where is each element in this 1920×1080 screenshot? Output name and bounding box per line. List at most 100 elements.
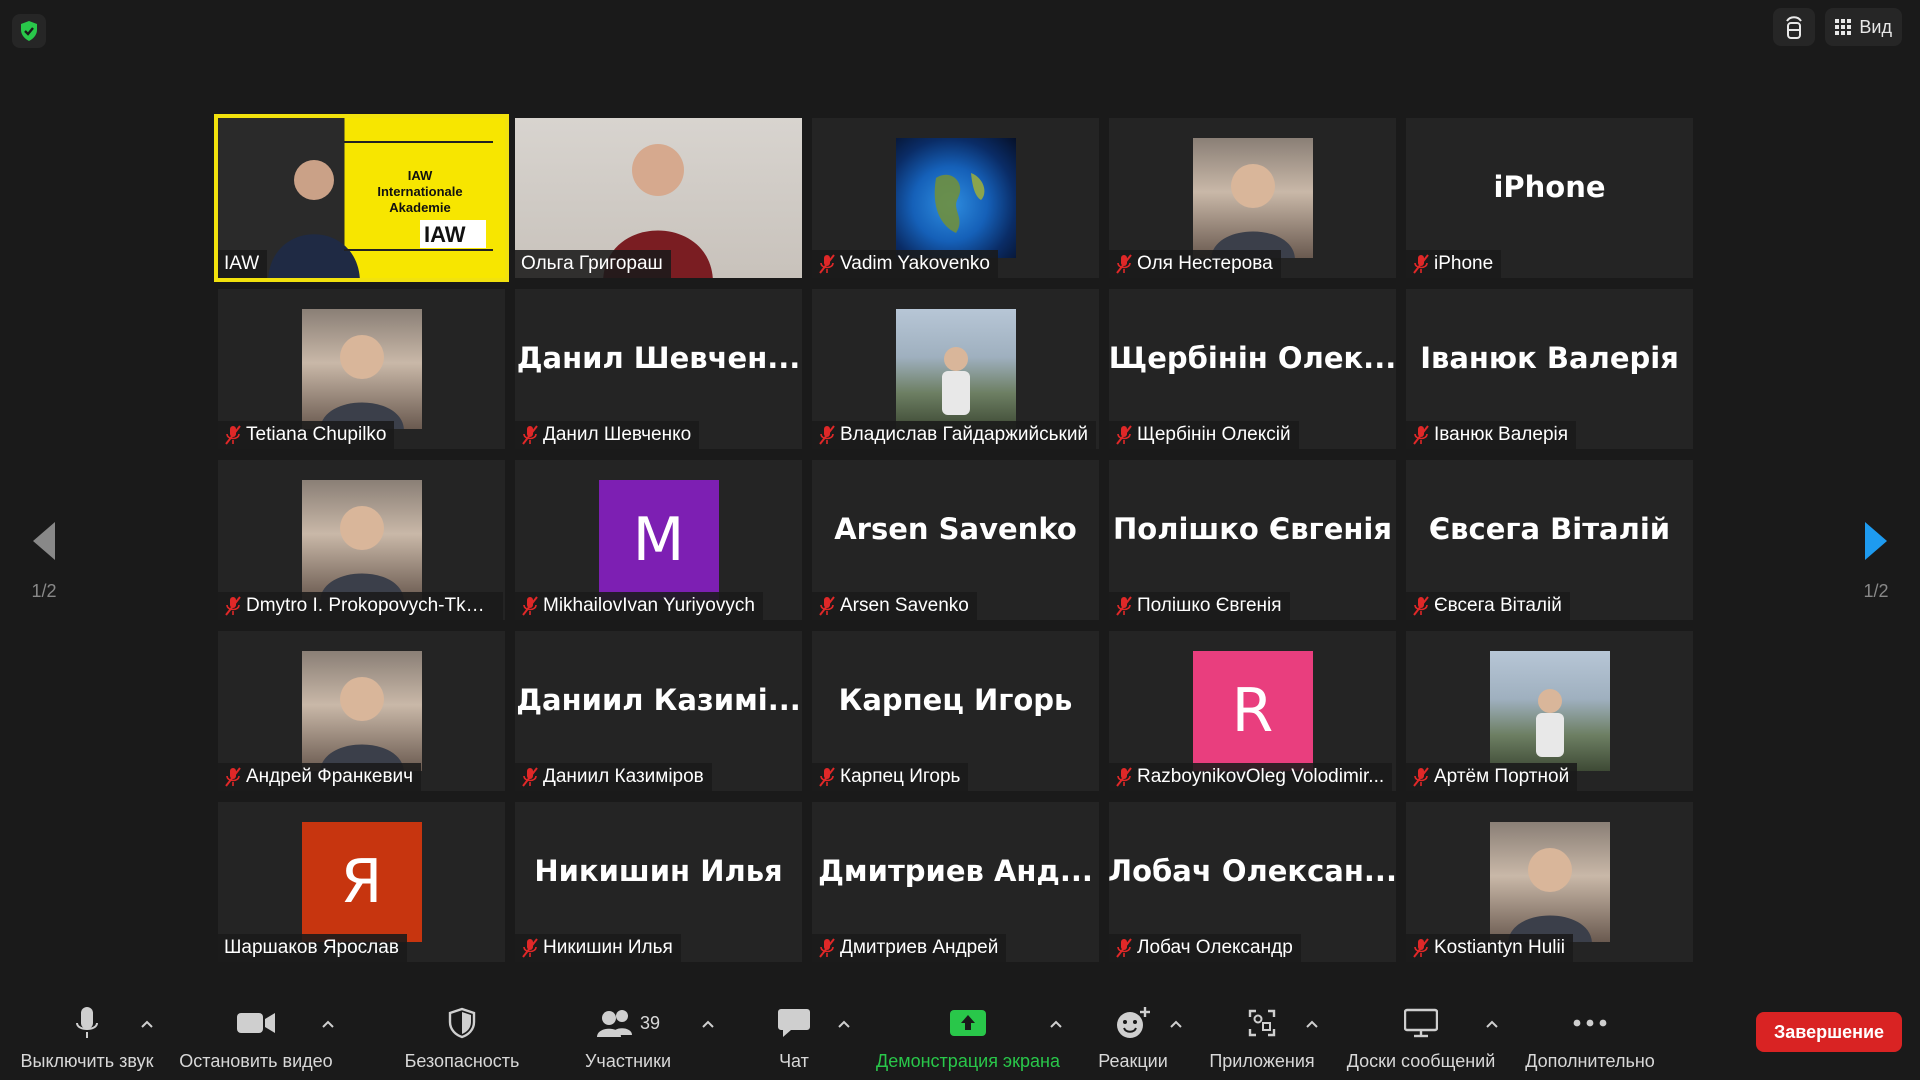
muted-microphone-icon — [1412, 425, 1430, 445]
participant-tile[interactable]: Kostiantyn Hulii — [1406, 802, 1693, 962]
participants-options-chevron-icon[interactable] — [698, 1014, 718, 1034]
participant-tile[interactable]: M MikhailovIvan Yuriyovych — [515, 460, 802, 620]
participant-tile[interactable]: Артём Портной — [1406, 631, 1693, 791]
video-banner-line: Internationale — [377, 184, 463, 199]
participant-tile[interactable]: Arsen Savenko Arsen Savenko — [812, 460, 1099, 620]
chat-options-chevron-icon[interactable] — [834, 1014, 854, 1034]
participant-tile[interactable]: Оля Нестерова — [1109, 118, 1396, 278]
top-bar: Вид — [0, 0, 1920, 60]
participant-tile[interactable]: Никишин Илья Никишин Илья — [515, 802, 802, 962]
more-dots-icon — [1573, 1019, 1607, 1027]
end-meeting-button[interactable]: Завершение — [1756, 1012, 1902, 1052]
participant-name-label: RazboynikovOleg Volodimir... — [1109, 763, 1393, 791]
avatar-photo — [895, 138, 1016, 258]
participant-tile[interactable]: iPhone iPhone — [1406, 118, 1693, 278]
reactions-options-chevron-icon[interactable] — [1166, 1014, 1186, 1034]
video-options-chevron-icon[interactable] — [318, 1014, 338, 1034]
video-banner-line: IAW — [407, 168, 433, 183]
muted-microphone-icon — [521, 596, 539, 616]
participant-tile[interactable]: Я Шаршаков Ярослав — [218, 802, 505, 962]
avatar-photo — [1489, 822, 1610, 942]
apps-options-chevron-icon[interactable] — [1302, 1014, 1322, 1034]
participant-display-name: Полішко Євгенія — [1113, 512, 1392, 546]
immersive-view-icon[interactable] — [1773, 8, 1816, 46]
avatar-photo — [301, 651, 422, 771]
security-button[interactable]: Безопасность — [400, 992, 524, 1080]
video-banner-line: Akademie — [389, 200, 451, 215]
next-arrow-icon — [1865, 522, 1887, 560]
participant-tile[interactable]: Дмитриев Анд... Дмитриев Андрей — [812, 802, 1099, 962]
participant-name: Никишин Илья — [543, 937, 673, 958]
participants-count: 39 — [639, 1012, 661, 1033]
participant-tile[interactable]: Данил Шевчен... Данил Шевченко — [515, 289, 802, 449]
chat-button[interactable]: Чат — [752, 992, 836, 1080]
participant-display-name: Карпец Игорь — [838, 683, 1073, 717]
participant-tile[interactable]: Tetiana Chupilko — [218, 289, 505, 449]
participant-tile[interactable]: Андрей Франкевич — [218, 631, 505, 791]
participant-tile[interactable]: Vadim Yakovenko — [812, 118, 1099, 278]
meeting-toolbar: Выключить звук Остановить видео Безопасн… — [0, 992, 1920, 1080]
participant-tile[interactable]: Полішко Євгенія Полішко Євгенія — [1109, 460, 1396, 620]
participant-display-name: Щербінін Олек... — [1109, 341, 1396, 375]
more-label: Дополнительно — [1525, 1051, 1655, 1071]
muted-microphone-icon — [1412, 767, 1430, 787]
participants-icon — [596, 1010, 632, 1037]
participant-name-label: Владислав Гайдаржийський — [812, 421, 1097, 449]
participant-tile[interactable]: Євсега Віталій Євсега Віталій — [1406, 460, 1693, 620]
avatar-letter: M — [598, 480, 719, 600]
participant-name: Kostiantyn Hulii — [1434, 937, 1565, 958]
participant-name-label: Vadim Yakovenko — [812, 250, 998, 278]
participant-tile[interactable]: Владислав Гайдаржийський — [812, 289, 1099, 449]
next-page[interactable]: 1/2 — [1846, 520, 1906, 602]
participant-name: Євсега Віталій — [1434, 595, 1562, 616]
participant-name-label: Євсега Віталій — [1406, 592, 1570, 620]
encryption-shield-icon[interactable] — [12, 14, 46, 48]
share-screen-label: Демонстрация экрана — [876, 1051, 1060, 1071]
whiteboard-icon — [1404, 1008, 1438, 1038]
participant-display-name: Євсега Віталій — [1428, 512, 1671, 546]
participant-name-label: Dmytro I. Prokopovych-Tkac... — [218, 592, 503, 620]
stop-video-button[interactable]: Остановить видео — [176, 992, 336, 1080]
participant-name: IAW — [224, 253, 260, 274]
audio-options-chevron-icon[interactable] — [137, 1014, 157, 1034]
whiteboards-label: Доски сообщений — [1346, 1051, 1496, 1071]
whiteboards-options-chevron-icon[interactable] — [1482, 1014, 1502, 1034]
participant-name: Dmytro I. Prokopovych-Tkac... — [246, 595, 495, 616]
view-button[interactable]: Вид — [1825, 8, 1902, 46]
participant-tile[interactable]: Карпец Игорь Карпец Игорь — [812, 631, 1099, 791]
page-indicator-left: 1/2 — [31, 581, 57, 601]
muted-microphone-icon — [521, 425, 539, 445]
participants-button[interactable]: 39 Участники — [572, 992, 684, 1080]
participant-tile[interactable]: Даниил Казимі... Даниил Казиміров — [515, 631, 802, 791]
participant-tile[interactable]: Dmytro I. Prokopovych-Tkac... — [218, 460, 505, 620]
participant-tile[interactable]: Іванюк Валерія Іванюк Валерія — [1406, 289, 1693, 449]
reactions-button[interactable]: Реакции — [1090, 992, 1176, 1080]
participant-name: Ольга Григораш — [521, 253, 663, 274]
share-screen-button[interactable]: Демонстрация экрана — [868, 992, 1068, 1080]
whiteboards-button[interactable]: Доски сообщений — [1338, 992, 1504, 1080]
participant-tile[interactable]: Щербінін Олек... Щербінін Олексій — [1109, 289, 1396, 449]
avatar-letter: Я — [301, 822, 422, 942]
mute-button[interactable]: Выключить звук — [12, 992, 162, 1080]
participant-name-label: iPhone — [1406, 250, 1502, 278]
participant-name: Шаршаков Ярослав — [224, 937, 399, 958]
share-options-chevron-icon[interactable] — [1046, 1014, 1066, 1034]
avatar-photo — [895, 309, 1016, 429]
smiley-plus-icon — [1117, 1007, 1150, 1038]
participant-tile[interactable]: IAW Internationale Akademie IAW IAW — [214, 114, 509, 282]
muted-microphone-icon — [1412, 938, 1430, 958]
more-button[interactable]: Дополнительно — [1516, 992, 1664, 1080]
apps-button[interactable]: Приложения — [1200, 992, 1324, 1080]
participant-display-name: Даниил Казимі... — [516, 683, 801, 717]
muted-microphone-icon — [818, 425, 836, 445]
participant-display-name: Arsen Savenko — [834, 512, 1077, 546]
participant-name: Карпец Игорь — [840, 766, 961, 787]
participant-tile[interactable]: Ольга Григораш — [515, 118, 802, 278]
iaw-logo: IAW — [424, 222, 466, 247]
participant-tile[interactable]: Лобач Олексан... Лобач Олександр — [1109, 802, 1396, 962]
participant-tile[interactable]: R RazboynikovOleg Volodimir... — [1109, 631, 1396, 791]
participants-label: Участники — [585, 1051, 671, 1071]
video-label: Остановить видео — [179, 1051, 333, 1071]
participant-name: Даниил Казиміров — [543, 766, 704, 787]
prev-page[interactable]: 1/2 — [14, 520, 74, 602]
